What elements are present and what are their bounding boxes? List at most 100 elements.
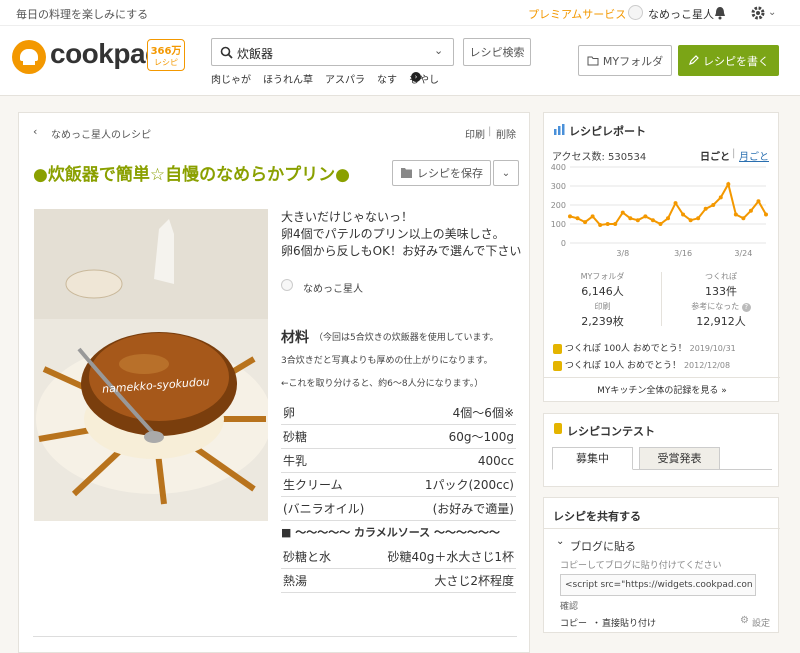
x-tick-label: 3/8 xyxy=(616,249,629,258)
stat-value: 133件 xyxy=(705,285,737,298)
data-point xyxy=(756,199,761,204)
ingredient-list: 卵 4個～6個※ 砂糖 60g～100g 牛乳 400cc 生クリーム 1パック(200… xyxy=(281,401,516,593)
data-point xyxy=(650,218,655,223)
recipe-card: ‹ なめっこ星人のレシピ 印刷 | 削除 ●炊飯器で簡単☆自慢のなめらかプリン●… xyxy=(18,112,530,653)
search-suggestions: 肉じゃが ほうれん草 アスパラ なす もやし xyxy=(211,71,439,86)
access-chart: 0 100 200 300 400 3/8 3/16 3/24 xyxy=(551,163,768,258)
y-tick-label: 200 xyxy=(551,201,566,210)
bell-icon[interactable] xyxy=(713,6,727,20)
logo-icon[interactable] xyxy=(12,40,46,74)
suggestion-link[interactable]: アスパラ xyxy=(325,71,365,86)
header: cookpad 366万 レシピ 炊飯器 ⌄ レシピ検索 肉じゃが ほうれん草 … xyxy=(0,26,800,96)
save-options-dropdown[interactable]: ⌄ xyxy=(493,160,519,186)
ingredient-row: 卵 4個～6個※ xyxy=(281,401,516,425)
data-point xyxy=(764,212,768,217)
bar-chart-icon xyxy=(554,124,565,135)
delete-link[interactable]: 削除 xyxy=(496,126,516,141)
avatar[interactable] xyxy=(628,5,643,20)
data-point xyxy=(741,216,746,221)
suggestion-link[interactable]: なす xyxy=(377,71,397,86)
suggestion-link[interactable]: ほうれん草 xyxy=(263,71,313,86)
blog-share-toggle[interactable]: ブログに貼る xyxy=(570,538,636,554)
data-point xyxy=(718,195,723,200)
recipe-description: 大きいだけじゃないっ！ 卵4個でパテルのプリン以上の美味しさ。 卵6個から反しも… xyxy=(281,210,522,258)
gear-icon[interactable]: ⚙ xyxy=(740,615,749,626)
logo-text[interactable]: cookpad xyxy=(50,38,162,70)
suggestion-link[interactable]: 肉じゃが xyxy=(211,71,251,86)
kitchen-records-link[interactable]: MYキッチン全体の記録を見る » xyxy=(544,383,780,396)
gear-icon[interactable] xyxy=(750,5,766,21)
author-name[interactable]: なめっこ星人 xyxy=(303,280,363,295)
ingredients-note: （今回は5合炊きの炊飯器を使用しています。 xyxy=(314,333,499,343)
embed-code-field[interactable]: <script src="https://widgets.cookpad.con xyxy=(560,574,756,596)
top-bar: 毎日の料理を楽しみにする プレミアムサービス なめっこ星人 ⌄ xyxy=(0,0,800,26)
x-tick-label: 3/16 xyxy=(674,249,692,258)
settings-link[interactable]: 設定 xyxy=(752,616,770,629)
confirm-link[interactable]: 確認 xyxy=(560,599,578,612)
data-point xyxy=(673,201,678,206)
data-point xyxy=(568,214,572,219)
search-button[interactable]: レシピ検索 xyxy=(463,38,531,66)
contest-card: レシピコンテスト 募集中 受賞発表 xyxy=(543,413,779,487)
y-tick-label: 300 xyxy=(551,182,566,191)
search-dropdown-icon[interactable]: ⌄ xyxy=(434,44,443,57)
recipe-report-card: レシピレポート アクセス数: 530534 日ごと | 月ごと 0 100 200 3… xyxy=(543,112,780,402)
data-point xyxy=(620,210,625,215)
data-point xyxy=(733,212,738,217)
tab-open-contests[interactable]: 募集中 xyxy=(552,447,633,470)
search-icon xyxy=(220,46,233,59)
share-title: レシピを共有する xyxy=(553,510,641,523)
achievement: つくれぽ 100人 おめでとう！ 2019/10/31 xyxy=(553,341,736,354)
achievement: つくれぽ 10人 おめでとう！ 2012/12/08 xyxy=(553,358,730,371)
copy-link[interactable]: コピー xyxy=(560,616,587,629)
data-point xyxy=(696,216,701,221)
direct-paste-link[interactable]: 直接貼り付け xyxy=(602,616,656,629)
my-folder-button[interactable]: MYフォルダ xyxy=(578,45,672,76)
data-point xyxy=(688,218,693,223)
data-point xyxy=(666,216,670,221)
pudding-photo xyxy=(34,209,268,521)
print-link[interactable]: 印刷 xyxy=(465,126,485,141)
breadcrumb[interactable]: なめっこ星人のレシピ xyxy=(51,126,151,141)
pencil-icon xyxy=(689,55,699,65)
write-recipe-button[interactable]: レシピを書く xyxy=(678,45,779,76)
premium-link[interactable]: プレミアムサービス xyxy=(528,6,626,22)
tab-contest-results[interactable]: 受賞発表 xyxy=(639,447,720,470)
search-box[interactable]: 炊飯器 ⌄ xyxy=(211,38,454,66)
data-point xyxy=(598,222,603,227)
save-recipe-button[interactable]: レシピを保存 xyxy=(392,160,491,186)
data-point xyxy=(583,220,588,225)
data-point xyxy=(635,218,640,223)
ingredient-row: (バニラオイル) (お好みで適量) xyxy=(281,497,516,521)
ingredient-row: 牛乳 400cc xyxy=(281,449,516,473)
ingredients-note: ←これを取り分けると、約6～8人分になります。） xyxy=(281,379,484,389)
chevron-down-icon[interactable]: ⌄ xyxy=(768,7,776,18)
search-input[interactable]: 炊飯器 xyxy=(237,45,273,62)
tagline: 毎日の料理を楽しみにする xyxy=(16,8,149,21)
username-link[interactable]: なめっこ星人 xyxy=(648,6,714,22)
author-avatar[interactable] xyxy=(281,279,293,291)
stats-grid: MYフォルダ 6,146人 つくれぽ 133件 印刷 2,239枚 参考になった… xyxy=(544,268,780,328)
next-suggestions-icon[interactable]: › xyxy=(411,72,421,82)
back-chevron-icon[interactable]: ‹ xyxy=(33,125,37,138)
report-title: レシピレポート xyxy=(569,125,646,138)
y-tick-label: 400 xyxy=(551,163,566,172)
trophy-icon xyxy=(554,423,562,434)
y-tick-label: 100 xyxy=(551,220,566,229)
chevron-down-icon[interactable]: ⌄ xyxy=(556,536,564,547)
medal-icon xyxy=(553,360,562,371)
stat-label: 参考になった ? xyxy=(662,301,780,312)
copy-hint: コピーしてブログに貼り付けてください xyxy=(560,561,722,571)
data-point xyxy=(658,222,663,226)
data-point xyxy=(590,214,595,219)
stat-label: 印刷 xyxy=(594,302,611,311)
ingredients-note: 3合炊きだと写真よりも厚めの仕上がりになります。 xyxy=(281,356,493,366)
share-card: レシピを共有する ⌄ ブログに貼る コピーしてブログに貼り付けてください <sc… xyxy=(543,497,780,633)
data-point xyxy=(575,216,580,221)
folder-icon xyxy=(587,56,599,65)
ingredient-row: 砂糖と水 砂糖40g＋水大さじ1杯 xyxy=(281,545,516,569)
ingredients-heading: 材料 xyxy=(281,330,309,346)
stat-label: MYフォルダ xyxy=(580,272,625,281)
recipe-photo[interactable]: namekko-syokudou xyxy=(34,209,268,521)
data-point xyxy=(748,208,753,213)
